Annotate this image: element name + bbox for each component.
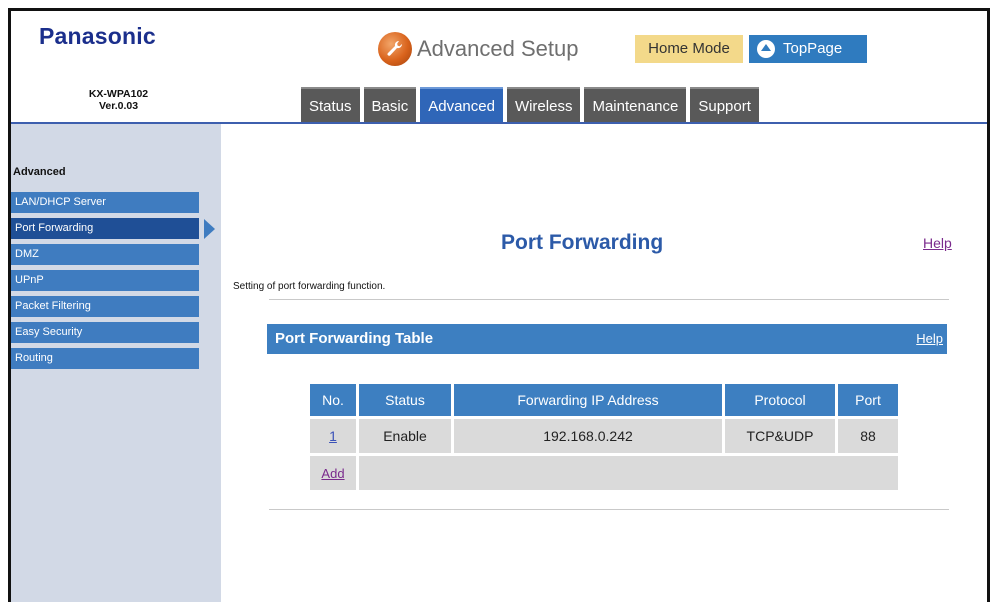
tab-support[interactable]: Support [690, 87, 759, 122]
sidebar-title: Advanced [13, 166, 66, 178]
sidebar-item-upnp[interactable]: UPnP [11, 270, 199, 291]
header: Panasonic KX-WPA102 Ver.0.03 Advanced Se… [11, 11, 987, 124]
sidebar: Advanced LAN/DHCP Server Port Forwarding… [11, 124, 221, 602]
brand-logo: Panasonic [39, 23, 156, 49]
home-mode-button[interactable]: Home Mode [635, 35, 743, 63]
main-tabs: Status Basic Advanced Wireless Maintenan… [301, 87, 759, 122]
tab-wireless[interactable]: Wireless [506, 87, 581, 122]
entry-link[interactable]: 1 [329, 428, 337, 444]
arrow-up-circle-icon [757, 40, 775, 58]
tab-maintenance[interactable]: Maintenance [584, 87, 687, 122]
sidebar-item-easy-security[interactable]: Easy Security [11, 322, 199, 343]
page-description: Setting of port forwarding function. [233, 281, 386, 292]
sidebar-menu: LAN/DHCP Server Port Forwarding DMZ UPnP… [11, 192, 215, 374]
firmware-version: Ver.0.03 [98, 100, 139, 112]
sidebar-item-port-forwarding[interactable]: Port Forwarding [11, 218, 215, 239]
column-header-no: No. [310, 384, 356, 416]
row-protocol-cell: TCP&UDP [725, 419, 835, 453]
current-arrow-icon [204, 219, 215, 239]
column-header-port: Port [838, 384, 898, 416]
divider-bottom [269, 509, 949, 510]
add-row: Add [310, 456, 898, 490]
table-help-link[interactable]: Help [916, 324, 943, 354]
row-ip-cell: 192.168.0.242 [454, 419, 722, 453]
tab-basic[interactable]: Basic [363, 87, 417, 122]
toppage-button[interactable]: TopPage [749, 35, 867, 63]
wrench-icon [378, 32, 412, 66]
page-title: Port Forwarding [501, 231, 664, 254]
sidebar-item-lan-dhcp-server[interactable]: LAN/DHCP Server [11, 192, 199, 213]
row-port-cell: 88 [838, 419, 898, 453]
toppage-label: TopPage [783, 40, 843, 57]
add-cell: Add [310, 456, 356, 490]
column-header-status: Status [359, 384, 451, 416]
setup-title: Advanced Setup [417, 36, 579, 61]
tab-advanced[interactable]: Advanced [420, 87, 503, 122]
column-header-ip: Forwarding IP Address [454, 384, 722, 416]
section-title: Port Forwarding Table [275, 330, 434, 347]
table-row: 1 Enable 192.168.0.242 TCP&UDP 88 [310, 419, 898, 453]
row-no-cell: 1 [310, 419, 356, 453]
app-frame: Panasonic KX-WPA102 Ver.0.03 Advanced Se… [8, 8, 990, 602]
add-row-filler [359, 456, 898, 490]
port-forwarding-table: No. Status Forwarding IP Address Protoco… [307, 381, 901, 493]
model-name: KX-WPA102 [88, 88, 149, 100]
help-link[interactable]: Help [923, 235, 952, 251]
column-header-protocol: Protocol [725, 384, 835, 416]
table-header-row: No. Status Forwarding IP Address Protoco… [310, 384, 898, 416]
sidebar-item-dmz[interactable]: DMZ [11, 244, 199, 265]
sidebar-item-routing[interactable]: Routing [11, 348, 199, 369]
main-content: Port Forwarding Help Setting of port for… [221, 124, 987, 602]
sidebar-item-label: Port Forwarding [15, 222, 94, 234]
section-header: Port Forwarding Table Help [267, 324, 947, 354]
divider [269, 299, 949, 300]
tab-status[interactable]: Status [301, 87, 360, 122]
model-info: KX-WPA102 Ver.0.03 [31, 88, 206, 112]
sidebar-item-packet-filtering[interactable]: Packet Filtering [11, 296, 199, 317]
add-link[interactable]: Add [321, 466, 344, 481]
row-status-cell: Enable [359, 419, 451, 453]
